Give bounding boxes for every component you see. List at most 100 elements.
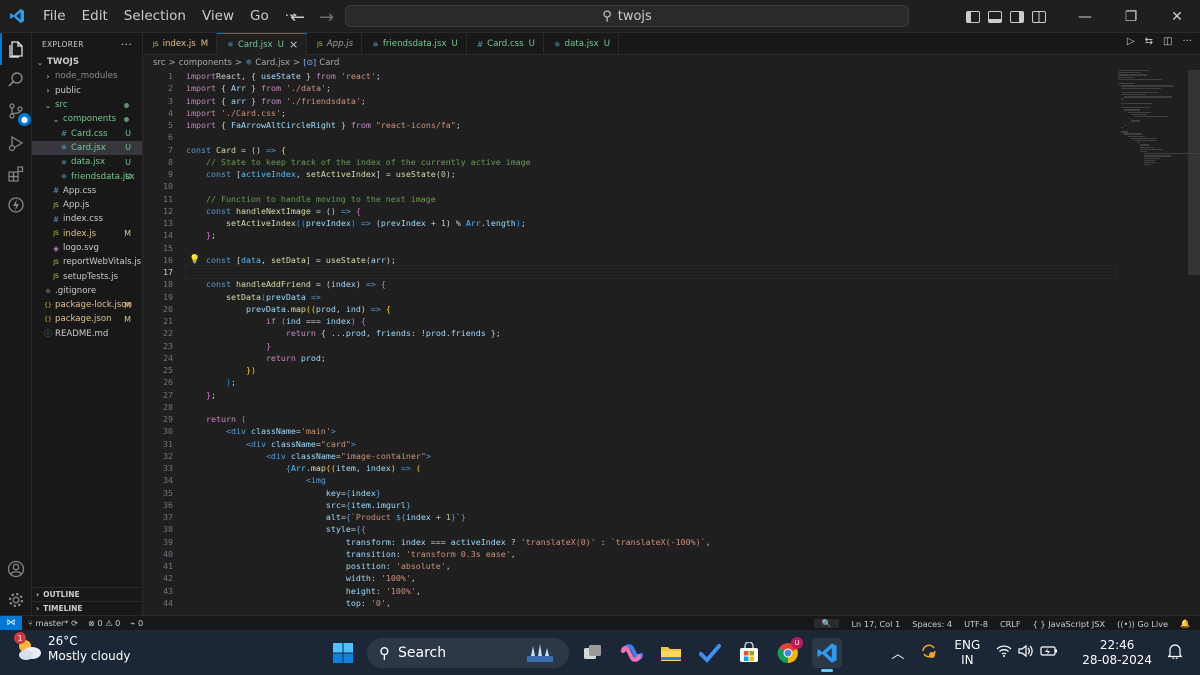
file-tree-item[interactable]: › public (32, 84, 142, 98)
run-icon[interactable]: ▷ (1127, 36, 1135, 47)
git-branch[interactable]: ⑂ master* ⟳ (28, 618, 78, 628)
todo-icon[interactable] (695, 638, 725, 668)
editor-tab[interactable]: # Card.css U (467, 33, 544, 55)
code-line[interactable]: import './Card.css'; (186, 107, 1116, 119)
toggle-secondary-sidebar-icon[interactable] (1006, 0, 1028, 33)
menu-file[interactable]: File (35, 0, 74, 33)
indentation[interactable]: Spaces: 4 (912, 619, 952, 629)
file-tree-item[interactable]: ⌄ TWOJS (32, 55, 142, 69)
microsoft-store-icon[interactable] (734, 638, 764, 668)
language-indicator[interactable]: ENG IN (954, 638, 980, 668)
editor-tab[interactable]: ⚛ friendsdata.jsx U (362, 33, 467, 55)
back-arrow-icon[interactable]: ← (290, 7, 305, 28)
file-tree-item[interactable]: {} package-lock.json M (32, 298, 142, 312)
encoding[interactable]: UTF-8 (964, 619, 988, 629)
code-line[interactable]: const handleAddFriend = (index) => { (186, 278, 1116, 290)
extensions-icon[interactable] (0, 158, 32, 190)
file-tree-item[interactable]: # App.css (32, 184, 142, 198)
remote-indicator-icon[interactable]: ⋈ (0, 615, 22, 631)
file-tree-item[interactable]: ⚛ data.jsx U (32, 155, 142, 169)
problems-count[interactable]: ⊗ 0 ⚠ 0 (88, 618, 120, 628)
volume-icon[interactable] (1018, 644, 1034, 661)
file-tree-item[interactable]: ◆ .gitignore (32, 284, 142, 298)
wifi-icon[interactable] (996, 644, 1012, 661)
file-tree-item[interactable]: # Card.css U (32, 126, 142, 140)
code-line[interactable]: return prod; (186, 352, 1116, 364)
notification-center-icon[interactable] (1167, 643, 1183, 662)
code-line[interactable]: width: '100%', (186, 572, 1116, 584)
file-explorer-icon[interactable] (656, 638, 686, 668)
file-tree-item[interactable]: JS index.js M (32, 227, 142, 241)
breadcrumb-components[interactable]: components (179, 58, 232, 68)
code-line[interactable]: <div className="card"> (186, 438, 1116, 450)
editor-scrollbar[interactable] (1188, 70, 1200, 275)
forward-arrow-icon[interactable]: → (319, 7, 334, 28)
code-line[interactable]: height: '100%', (186, 585, 1116, 597)
toggle-panel-icon[interactable] (984, 0, 1006, 33)
code-line[interactable]: transform: index === activeIndex ? 'tran… (186, 536, 1116, 548)
code-line[interactable]: <img (186, 474, 1116, 486)
menu-view[interactable]: View (194, 0, 242, 33)
code-line[interactable]: setActiveIndex((prevIndex) => (prevIndex… (186, 217, 1116, 229)
code-line[interactable]: const Card = () => { (186, 144, 1116, 156)
minimap[interactable] (1118, 70, 1200, 166)
code-line[interactable] (186, 131, 1116, 143)
source-control-icon[interactable]: ● (0, 95, 32, 127)
code-line[interactable]: import { arr } from './friendsdata'; (186, 95, 1116, 107)
file-tree-item[interactable]: {} package.json M (32, 312, 142, 326)
settings-gear-icon[interactable] (0, 584, 32, 616)
compare-icon[interactable]: ⇆ (1145, 36, 1153, 47)
file-tree-item[interactable]: › node_modules (32, 69, 142, 83)
file-tree-item[interactable]: ⚛ friendsdata.jsx U (32, 169, 142, 183)
code-line[interactable]: const [data, setData] = useState(arr); (186, 254, 1116, 266)
code-line[interactable]: import { FaArrowAltCircleRight } from "r… (186, 119, 1116, 131)
code-line[interactable]: prevData.map((prod, ind) => { (186, 303, 1116, 315)
code-line[interactable]: <div className="image-container"> (186, 450, 1116, 462)
breadcrumb-symbol[interactable]: Card (319, 58, 339, 68)
file-tree-item[interactable]: # index.css (32, 212, 142, 226)
end-of-line[interactable]: CRLF (1000, 619, 1021, 629)
explorer-icon[interactable] (0, 33, 32, 65)
more-actions-icon[interactable]: ··· (1182, 36, 1192, 47)
task-view-icon[interactable] (578, 638, 608, 668)
file-tree-item[interactable]: ⚛ Card.jsx U (32, 140, 142, 156)
code-line[interactable] (186, 401, 1116, 413)
cursor-position[interactable]: Ln 17, Col 1 (851, 619, 900, 629)
editor-tab[interactable]: JS index.js M (143, 33, 218, 55)
code-line[interactable]: // Function to handle moving to the next… (186, 193, 1116, 205)
code-line[interactable]: return { ...prod, friends: !prod.friends… (186, 327, 1116, 339)
menu-edit[interactable]: Edit (74, 0, 116, 33)
outline-section[interactable]: › OUTLINE (32, 587, 142, 601)
clock[interactable]: 22:46 28-08-2024 (1082, 638, 1152, 668)
code-line[interactable]: setData(prevData => (186, 291, 1116, 303)
code-line[interactable]: import { Arr } from './data'; (186, 82, 1116, 94)
code-line[interactable]: src={item.imgurl} (186, 499, 1116, 511)
code-line[interactable]: <div className='main'> (186, 425, 1116, 437)
editor-tab[interactable]: JS App.js (307, 33, 363, 55)
code-line[interactable]: }; (186, 389, 1116, 401)
copilot-icon[interactable] (617, 638, 647, 668)
sync-status-icon[interactable] (920, 642, 938, 663)
battery-icon[interactable] (1040, 645, 1058, 660)
file-tree-item[interactable]: ⓘ README.md (32, 327, 142, 341)
file-tree-item[interactable]: ◈ logo.svg (32, 241, 142, 255)
file-tree-item[interactable]: ⌄ src (32, 98, 142, 112)
code-line[interactable] (185, 264, 1117, 280)
live-server-icon[interactable] (0, 189, 32, 221)
toggle-sidebar-icon[interactable] (962, 0, 984, 33)
code-line[interactable]: alt={`Product ${index + 1}`} (186, 511, 1116, 523)
file-tree-item[interactable]: ⌄ components (32, 112, 142, 126)
code-line[interactable]: const [activeIndex, setActiveIndex] = us… (186, 168, 1116, 180)
search-icon[interactable] (0, 64, 32, 96)
zoom-icon[interactable]: 🔍 (813, 619, 840, 628)
customize-layout-icon[interactable] (1028, 0, 1050, 33)
command-center-search[interactable]: ⚲ twojs (345, 5, 909, 27)
editor-tab[interactable]: ⚛ data.jsx U (544, 33, 619, 55)
menu-go[interactable]: Go (242, 0, 277, 33)
run-debug-icon[interactable] (0, 127, 32, 159)
file-tree-item[interactable]: JS setupTests.js (32, 269, 142, 283)
breadcrumb-file[interactable]: Card.jsx (255, 58, 290, 68)
code-line[interactable]: top: '0', (186, 597, 1116, 609)
code-editor[interactable]: 1 2 3 4 5 6 7 8 9 10 11 12 13 14 15 16 17 18 19 20 21 22 23 24 2… (143, 70, 1200, 615)
language-mode[interactable]: { } JavaScript JSX (1033, 619, 1106, 629)
